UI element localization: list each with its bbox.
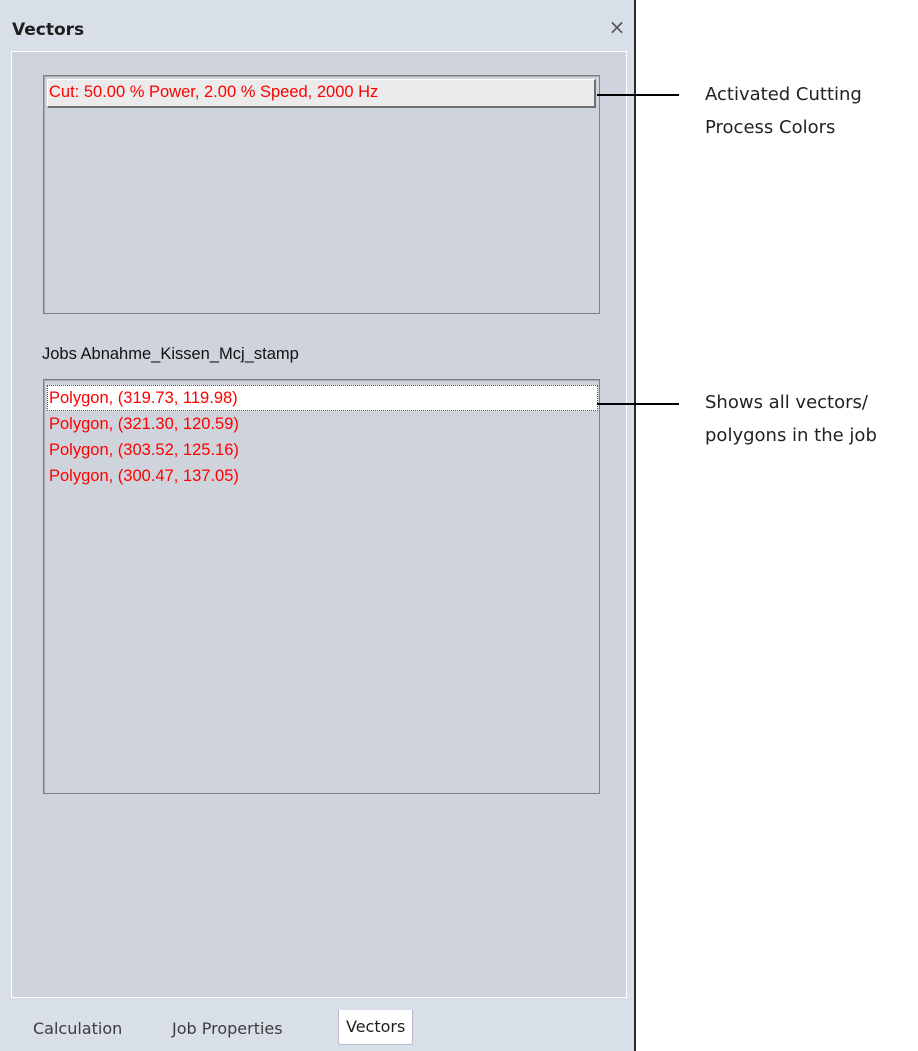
vectors-list[interactable]: Polygon, (319.73, 119.98) Polygon, (321.… — [43, 379, 600, 794]
job-label: Jobs Abnahme_Kissen_Mcj_stamp — [42, 345, 299, 363]
process-color-item-cut[interactable]: Cut: 50.00 % Power, 2.00 % Speed, 2000 H… — [47, 79, 596, 108]
callout-text: Process Colors — [705, 117, 836, 138]
vector-item[interactable]: Polygon, (303.52, 125.16) — [47, 437, 598, 463]
tab-vectors[interactable]: Vectors — [338, 1010, 414, 1045]
callout-leader-line — [597, 403, 679, 405]
callout-text: Activated Cutting — [705, 84, 862, 105]
vector-item[interactable]: Polygon, (300.47, 137.05) — [47, 463, 598, 489]
panel-tab-strip: Calculation Job Properties Vectors — [11, 998, 627, 1051]
close-icon[interactable]: × — [604, 14, 630, 40]
vector-item[interactable]: Polygon, (321.30, 120.59) — [47, 411, 598, 437]
callout-text: Shows all vectors/ — [705, 392, 868, 413]
tab-job-properties[interactable]: Job Properties — [172, 1012, 283, 1046]
process-colors-list[interactable]: Cut: 50.00 % Power, 2.00 % Speed, 2000 H… — [43, 75, 600, 314]
callout-leader-line — [597, 94, 679, 96]
callout-vectors: Shows all vectors/ polygons in the job — [705, 386, 877, 452]
callout-process-colors: Activated Cutting Process Colors — [705, 78, 862, 144]
vector-item[interactable]: Polygon, (319.73, 119.98) — [47, 385, 598, 411]
tab-calculation[interactable]: Calculation — [33, 1012, 122, 1046]
callout-text: polygons in the job — [705, 425, 877, 446]
panel-title: Vectors — [12, 20, 85, 40]
